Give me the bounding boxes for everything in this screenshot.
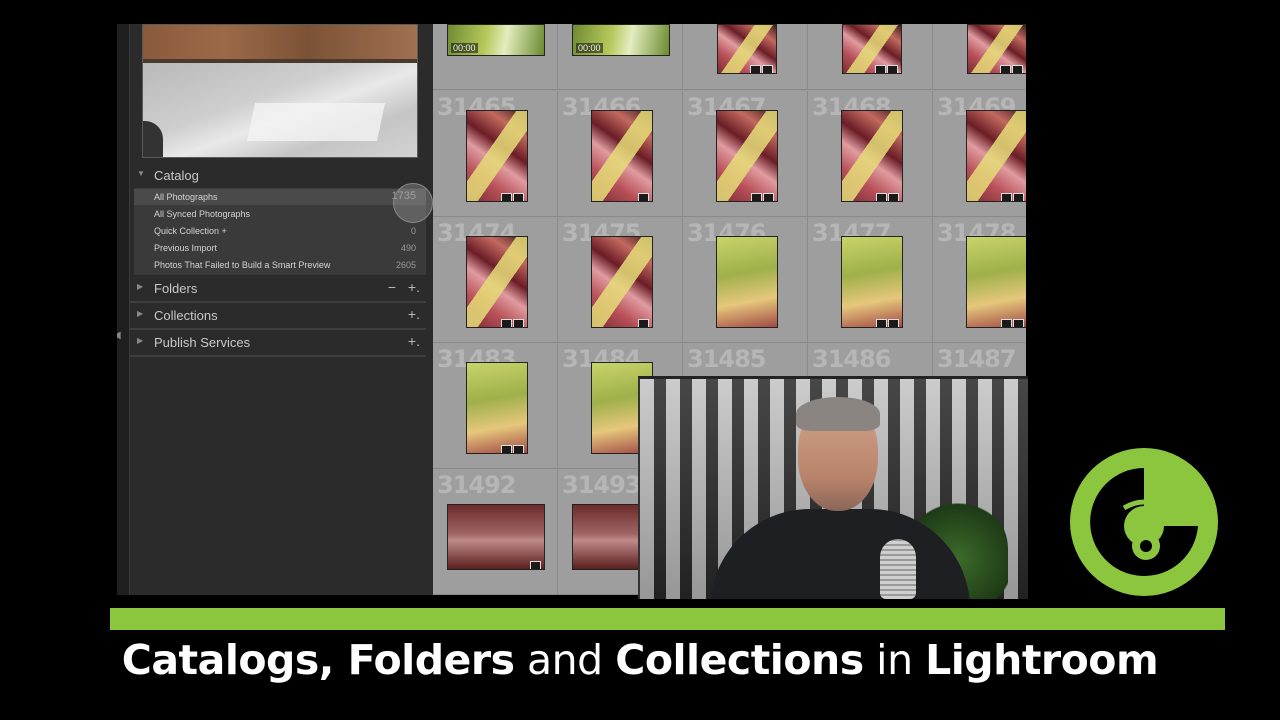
publish-services-panel-header[interactable]: ▶ Publish Services +.: [130, 331, 426, 357]
webcam-overlay: [638, 376, 1028, 599]
photo-thumbnail[interactable]: [466, 362, 528, 454]
grid-cell[interactable]: 00:00: [558, 24, 683, 90]
collections-panel-title: Collections: [154, 308, 218, 323]
grid-cell[interactable]: [808, 24, 933, 90]
catalog-item-previous-import[interactable]: Previous Import 490: [134, 240, 426, 256]
catalog-panel-title: Catalog: [154, 168, 199, 183]
grid-cell[interactable]: 31483: [433, 343, 558, 469]
photo-thumbnail[interactable]: [466, 110, 528, 202]
grid-cell[interactable]: 00:00: [433, 24, 558, 90]
folders-panel-title: Folders: [154, 281, 198, 296]
microphone: [880, 539, 916, 599]
grid-cell[interactable]: [683, 24, 808, 90]
add-folder-button[interactable]: +.: [408, 279, 420, 295]
collections-panel-header[interactable]: ▶ Collections +.: [130, 304, 426, 330]
photo-thumbnail[interactable]: [466, 236, 528, 328]
grid-cell[interactable]: [933, 24, 1026, 90]
grid-cell[interactable]: 31476: [683, 217, 808, 343]
catalog-item-quick-collection[interactable]: Quick Collection + 0: [134, 223, 426, 239]
grid-cell[interactable]: 31475: [558, 217, 683, 343]
grid-cell[interactable]: 31468: [808, 91, 933, 217]
grid-cell[interactable]: 31465: [433, 91, 558, 217]
photo-thumbnail[interactable]: [447, 504, 545, 570]
collapse-left-panel-icon[interactable]: ◀: [117, 330, 121, 341]
photo-thumbnail[interactable]: [966, 110, 1026, 202]
photo-thumbnail[interactable]: [591, 236, 653, 328]
navigator-preview: [142, 24, 418, 158]
collapsed-triangle-icon: ▶: [137, 336, 144, 345]
grid-cell[interactable]: 31478: [933, 217, 1026, 343]
catalog-list: All Photographs 1735 All Synced Photogra…: [134, 188, 426, 275]
photo-thumbnail[interactable]: [717, 24, 777, 74]
remove-folder-button[interactable]: −: [388, 279, 396, 295]
video-thumbnail[interactable]: 00:00: [572, 24, 670, 56]
grid-cell[interactable]: 31477: [808, 217, 933, 343]
folders-panel-header[interactable]: ▶ Folders − +.: [130, 277, 426, 303]
photo-thumbnail[interactable]: [716, 110, 778, 202]
expand-triangle-icon: ▼: [137, 169, 145, 178]
add-publish-service-button[interactable]: +.: [408, 333, 420, 349]
mouse-cursor-highlight: [393, 183, 433, 223]
photo-thumbnail[interactable]: [591, 110, 653, 202]
add-collection-button[interactable]: +.: [408, 306, 420, 322]
catalog-panel-header[interactable]: ▼ Catalog: [130, 164, 426, 188]
collapsed-triangle-icon: ▶: [137, 309, 144, 318]
photo-thumbnail[interactable]: [716, 236, 778, 328]
video-thumbnail[interactable]: 00:00: [447, 24, 545, 56]
brand-green-bar: [110, 608, 1225, 630]
photo-thumbnail[interactable]: [842, 24, 902, 74]
grid-cell[interactable]: 31474: [433, 217, 558, 343]
photo-thumbnail[interactable]: [966, 236, 1026, 328]
catalog-item-failed-smart-preview[interactable]: Photos That Failed to Build a Smart Prev…: [134, 257, 426, 273]
chameleon-g-logo-icon: [1070, 448, 1218, 596]
grid-cell[interactable]: 31469: [933, 91, 1026, 217]
publish-services-panel-title: Publish Services: [154, 335, 251, 350]
catalog-item-all-photographs[interactable]: All Photographs 1735: [134, 189, 426, 205]
video-title: Catalogs, Folders and Collections in Lig…: [121, 636, 1159, 684]
photo-thumbnail[interactable]: [841, 236, 903, 328]
photo-thumbnail[interactable]: [841, 110, 903, 202]
grid-cell[interactable]: 31466: [558, 91, 683, 217]
collapsed-triangle-icon: ▶: [137, 282, 144, 291]
left-panel-edge[interactable]: ◀: [117, 24, 130, 595]
catalog-item-all-synced-photographs[interactable]: All Synced Photographs: [134, 206, 426, 222]
photo-thumbnail[interactable]: [967, 24, 1026, 74]
grid-cell[interactable]: 31467: [683, 91, 808, 217]
grid-cell[interactable]: 31492: [433, 469, 558, 595]
